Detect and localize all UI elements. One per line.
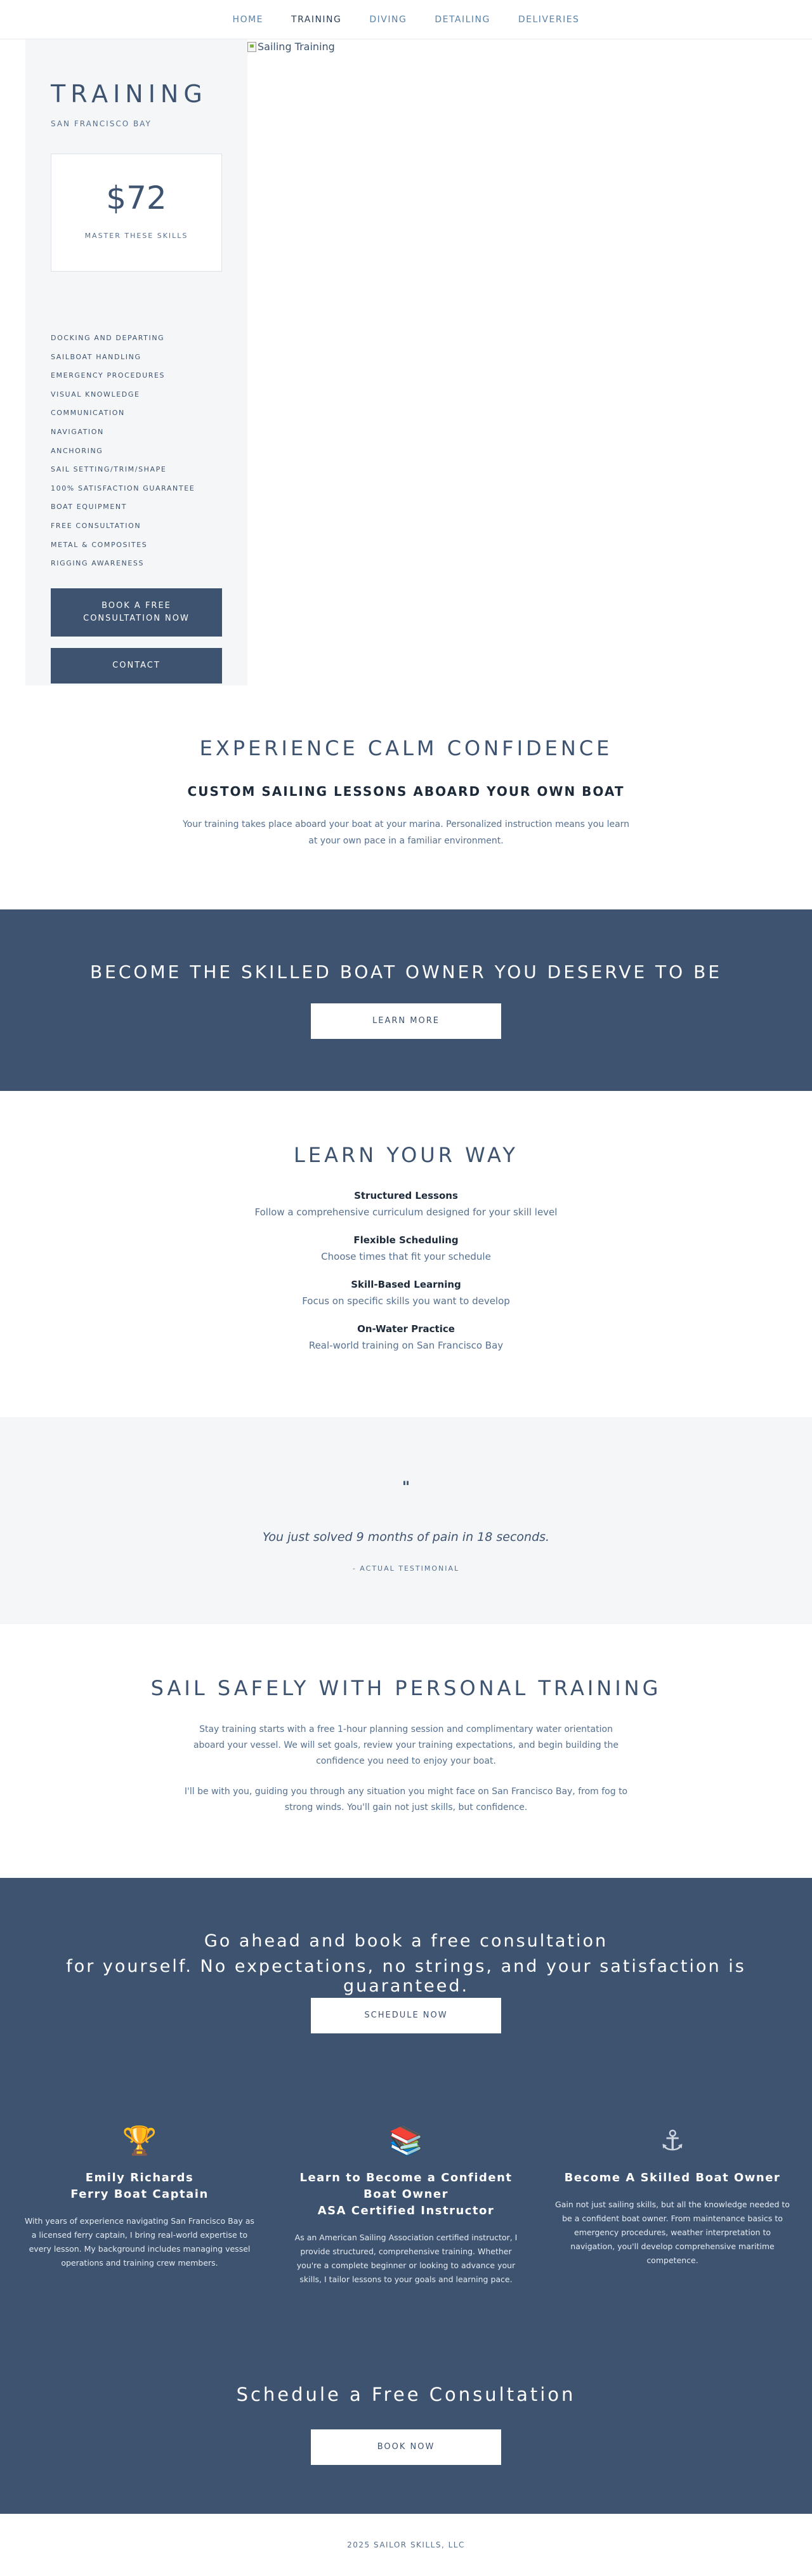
band-title: BECOME THE SKILLED BOAT OWNER YOU DESERV… [89,961,723,982]
skill-item: EMERGENCY PROCEDURES [51,371,166,380]
book-consultation-button[interactable]: BOOK A FREE CONSULTATION NOW [51,588,222,637]
hero-section: TRAINING SAN FRANCISCO BAY $72 MASTER TH… [0,39,812,685]
feature-title: Structured Lessons [354,1190,458,1201]
column-title: Emily Richards Ferry Boat Captain [70,2171,209,2201]
column-boat-owner: ⚓ Become A Skilled Boat Owner Gain not j… [555,2125,790,2268]
calm-title: EXPERIENCE CALM CONFIDENCE [199,736,613,760]
testimonial-quote: You just solved 9 months of pain in 18 s… [262,1530,550,1544]
location-subtitle: SAN FRANCISCO BAY [51,119,152,128]
column-body: Gain not just sailing skills, but all th… [555,2200,790,2265]
feature-item: Structured Lessons Follow a comprehensiv… [0,1190,812,1218]
learn-more-button[interactable]: LEARN MORE [311,1003,501,1039]
cta-line-1: Go ahead and book a free consultation [204,1931,608,1951]
skill-item: DOCKING AND DEPARTING [51,334,165,342]
price-card: $72 MASTER THESE SKILLS [51,154,222,272]
anchor-icon: ⚓ [660,2125,685,2157]
feature-item: Flexible Scheduling Choose times that fi… [0,1234,812,1262]
nav-deliveries[interactable]: DELIVERIES [518,15,580,25]
skill-item: 100% SATISFACTION GUARANTEE [51,484,195,492]
skill-item: SAIL SETTING/TRIM/SHAPE [51,465,167,474]
nav-detailing[interactable]: DETAILING [435,15,490,25]
safe-title: SAIL SAFELY WITH PERSONAL TRAINING [150,1676,662,1700]
learn-title: LEARN YOUR WAY [294,1143,518,1167]
cta-line-2: for yourself. No expectations, no string… [66,1957,746,1996]
schedule-now-button[interactable]: SCHEDULE NOW [311,1998,501,2033]
book-now-button[interactable]: BOOK NOW [311,2429,501,2465]
column-title: Learn to Become a Confident Boat Owner AS… [299,2171,513,2217]
feature-desc: Real-world training on San Francisco Bay [308,1340,504,1351]
skill-item: RIGGING AWARENESS [51,559,145,568]
skill-item: ANCHORING [51,446,103,455]
testimonial-cite: - ACTUAL TESTIMONIAL [352,1564,460,1573]
skill-item: SAILBOAT HANDLING [51,352,141,361]
column-title: Become A Skilled Boat Owner [564,2171,781,2184]
price-caption: MASTER THESE SKILLS [84,232,188,240]
feature-title: Skill-Based Learning [351,1279,461,1290]
calm-confidence-section: EXPERIENCE CALM CONFIDENCE CUSTOM SAILIN… [0,685,812,909]
broken-image-icon [247,41,256,52]
skill-item: COMMUNICATION [51,409,125,418]
safe-paragraph-1: Stay training starts with a free 1-hour … [193,1724,619,1766]
feature-item: On-Water Practice Real-world training on… [0,1323,812,1351]
skill-item: NAVIGATION [51,427,104,436]
training-sidebar: TRAINING SAN FRANCISCO BAY $72 MASTER TH… [25,39,247,685]
quote-mark-icon: " [402,1478,410,1496]
skill-item: VISUAL KNOWLEDGE [51,390,140,399]
skills-list: DOCKING AND DEPARTING SAILBOAT HANDLING … [51,329,222,573]
learn-your-way-section: LEARN YOUR WAY Structured Lessons Follow… [0,1091,812,1417]
safe-paragraph-2: I'll be with you, guiding you through an… [184,1787,628,1813]
nav-diving[interactable]: DIVING [369,15,407,25]
nav-training[interactable]: TRAINING [291,15,341,25]
copyright-text: 2025 SAILOR SKILLS, LLC [347,2540,465,2549]
testimonial-section: " You just solved 9 months of pain in 18… [0,1417,812,1624]
calm-subtitle: CUSTOM SAILING LESSONS ABOARD YOUR OWN B… [187,784,625,799]
page-title: TRAINING [51,80,207,108]
contact-button[interactable]: CONTACT [51,647,222,684]
consultation-section: Go ahead and book a free consultation fo… [0,1878,812,2514]
feature-desc: Choose times that fit your schedule [321,1251,491,1262]
column-body: As an American Sailing Association certi… [294,2233,518,2284]
hero-image: Sailing Training [247,41,335,53]
owner-band: BECOME THE SKILLED BOAT OWNER YOU DESERV… [0,909,812,1091]
feature-title: On-Water Practice [357,1323,455,1335]
top-nav: HOME TRAINING DIVING DETAILING DELIVERIE… [0,0,812,39]
column-body: With years of experience navigating San … [25,2216,254,2268]
feature-desc: Follow a comprehensive curriculum design… [254,1206,558,1218]
schedule-title: Schedule a Free Consultation [236,2384,576,2405]
skill-item: FREE CONSULTATION [51,521,141,530]
feature-item: Skill-Based Learning Focus on specific s… [0,1279,812,1307]
column-captain: 🏆 Emily Richards Ferry Boat Captain With … [22,2125,257,2270]
skill-item: METAL & COMPOSITES [51,540,148,549]
footer: 2025 SAILOR SKILLS, LLC [0,2514,812,2576]
nav-home[interactable]: HOME [233,15,263,25]
calm-body: Your training takes place aboard your bo… [182,819,630,846]
skill-item: BOAT EQUIPMENT [51,503,128,512]
sail-safely-section: SAIL SAFELY WITH PERSONAL TRAINING Stay … [0,1624,812,1878]
feature-title: Flexible Scheduling [353,1234,459,1246]
books-icon: 📚 [388,2125,424,2157]
hero-image-alt: Sailing Training [258,41,335,53]
price-value: $72 [106,180,167,216]
trophy-icon: 🏆 [122,2125,157,2157]
column-instructor: 📚 Learn to Become a Confident Boat Owner… [289,2125,523,2287]
feature-desc: Focus on specific skills you want to dev… [302,1295,510,1307]
